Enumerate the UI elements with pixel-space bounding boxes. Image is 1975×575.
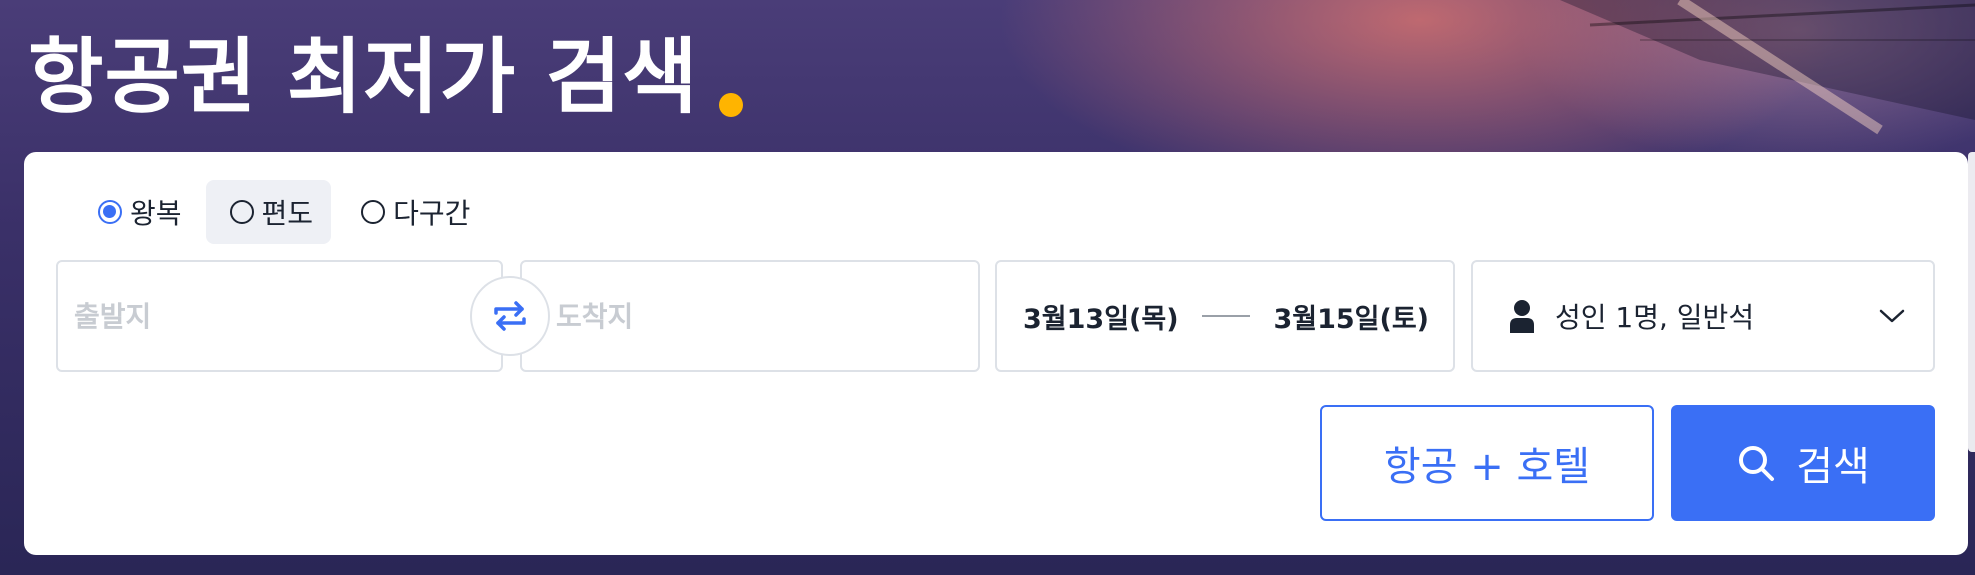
radio-multicity[interactable] xyxy=(361,200,386,224)
destination-input[interactable] xyxy=(556,299,978,333)
next-card-edge xyxy=(1968,152,1975,452)
trip-type-roundtrip[interactable]: 왕복 xyxy=(74,180,200,244)
origin-field[interactable] xyxy=(56,260,503,372)
title-accent-dot xyxy=(718,93,743,117)
person-icon xyxy=(1510,300,1534,333)
flight-hotel-button[interactable]: 항공 + 호텔 xyxy=(1320,405,1654,521)
trip-type-label: 편도 xyxy=(261,197,314,230)
trip-type-label: 왕복 xyxy=(130,197,182,230)
search-icon xyxy=(1739,446,1775,481)
trip-type-multicity[interactable]: 다구간 xyxy=(337,180,488,244)
flight-search-card: 왕복 편도 다구간 3월13일(목) 3월15일(토) xyxy=(24,152,1968,555)
trip-type-oneway[interactable]: 편도 xyxy=(205,180,332,244)
chevron-down-icon[interactable] xyxy=(1879,308,1905,324)
radio-oneway[interactable] xyxy=(229,200,254,224)
trip-type-selector: 왕복 편도 다구간 xyxy=(74,180,488,244)
search-button[interactable]: 검색 xyxy=(1671,405,1935,521)
page-title: 항공권 최저가 검색 xyxy=(28,10,743,129)
date-separator xyxy=(1202,315,1250,317)
origin-input[interactable] xyxy=(74,299,501,333)
destination-field[interactable] xyxy=(520,260,980,372)
radio-roundtrip[interactable] xyxy=(98,200,122,224)
swap-arrows-icon xyxy=(494,301,526,331)
search-button-label: 검색 xyxy=(1796,444,1870,490)
page-title-text: 항공권 최저가 검색 xyxy=(28,30,699,125)
return-date[interactable]: 3월15일(토) xyxy=(1273,297,1429,336)
date-range-field[interactable]: 3월13일(목) 3월15일(토) xyxy=(995,260,1455,372)
depart-date[interactable]: 3월13일(목) xyxy=(1023,297,1179,336)
passenger-summary: 성인 1명, 일반석 xyxy=(1555,301,1755,334)
swap-locations-button[interactable] xyxy=(470,276,550,356)
trip-type-label: 다구간 xyxy=(393,197,471,230)
passenger-selector[interactable]: 성인 1명, 일반석 xyxy=(1471,260,1935,372)
